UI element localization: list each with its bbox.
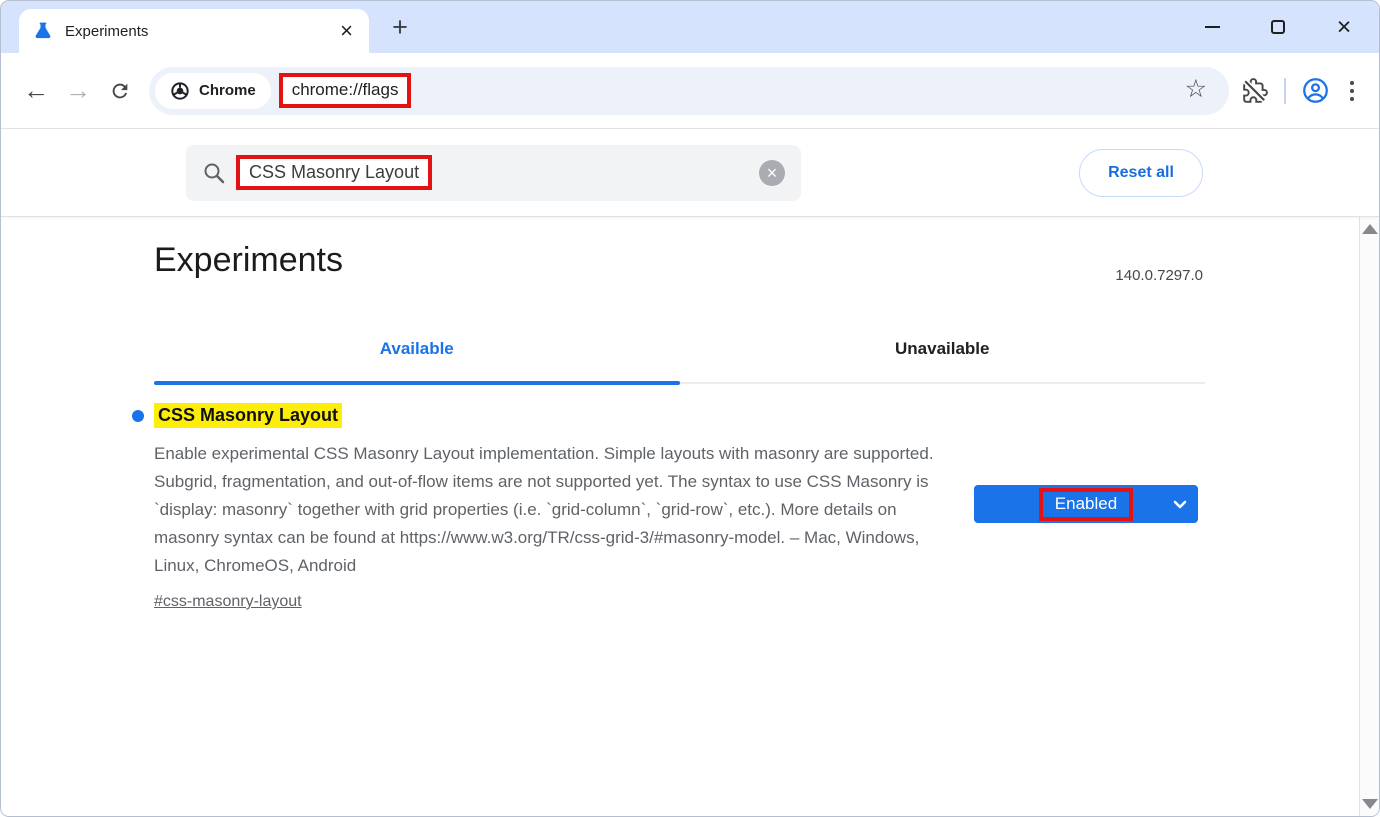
site-chip-label: Chrome	[199, 82, 256, 99]
experiment-select[interactable]: Enabled	[974, 485, 1198, 523]
menu-button[interactable]	[1335, 81, 1369, 101]
reset-all-button[interactable]: Reset all	[1079, 149, 1203, 197]
page-title: Experiments	[154, 241, 343, 280]
forward-button[interactable]: →	[57, 70, 99, 112]
extensions-disabled-button[interactable]	[1235, 71, 1275, 111]
tabs-track	[154, 381, 1205, 385]
version-number: 140.0.7297.0	[1115, 267, 1203, 284]
search-icon	[202, 161, 226, 185]
extensions-off-icon	[1242, 78, 1268, 104]
reload-button[interactable]	[99, 70, 141, 112]
scroll-down-arrow-icon[interactable]	[1362, 799, 1378, 809]
minimize-icon	[1205, 26, 1220, 28]
tabs-active-indicator	[154, 381, 680, 385]
tab-available[interactable]: Available	[154, 329, 680, 381]
experiment-select-value: Enabled	[1055, 494, 1117, 513]
experiment-permalink[interactable]: #css-masonry-layout	[154, 593, 302, 611]
flags-beaker-icon	[33, 21, 53, 41]
profile-button[interactable]	[1295, 71, 1335, 111]
experiment-row: CSS Masonry Layout Enable experimental C…	[132, 403, 1205, 611]
minimize-button[interactable]	[1179, 1, 1245, 53]
toolbar-divider	[1284, 78, 1286, 104]
tab-title: Experiments	[65, 23, 334, 40]
flags-search-input[interactable]: CSS Masonry Layout	[249, 162, 419, 182]
tab-unavailable[interactable]: Unavailable	[680, 329, 1206, 381]
profile-icon	[1302, 77, 1329, 104]
maximize-icon	[1271, 20, 1285, 34]
close-window-button[interactable]: ×	[1311, 1, 1377, 53]
site-chip[interactable]: Chrome	[155, 73, 271, 109]
reload-icon	[109, 80, 131, 102]
experiment-description: Enable experimental CSS Masonry Layout i…	[154, 440, 949, 580]
scrollbar[interactable]	[1359, 217, 1379, 816]
flags-search-box[interactable]: CSS Masonry Layout ×	[186, 145, 801, 201]
flags-tabs: Available Unavailable	[154, 329, 1205, 385]
clear-search-button[interactable]: ×	[759, 160, 785, 186]
browser-window: Experiments × + × ← → Chrome chrome	[0, 0, 1380, 817]
scroll-up-arrow-icon[interactable]	[1362, 224, 1378, 234]
experiment-name: CSS Masonry Layout	[154, 403, 342, 428]
maximize-button[interactable]	[1245, 1, 1311, 53]
browser-tab-experiments[interactable]: Experiments ×	[19, 9, 369, 53]
url-annotation-box: chrome://flags	[279, 73, 412, 108]
new-tab-button[interactable]: +	[385, 13, 415, 43]
experiment-bullet-dot	[132, 410, 144, 422]
titlebar: Experiments × + ×	[1, 1, 1379, 53]
back-button[interactable]: ←	[15, 70, 57, 112]
tab-close-icon[interactable]: ×	[334, 18, 359, 44]
enabled-annotation-box: Enabled	[1039, 488, 1133, 521]
bookmark-star-icon[interactable]: ☆	[1185, 77, 1219, 104]
flags-search-header: CSS Masonry Layout × Reset all	[1, 129, 1379, 217]
url-text[interactable]: chrome://flags	[292, 80, 399, 99]
chrome-logo-icon	[170, 81, 190, 101]
address-bar[interactable]: Chrome chrome://flags ☆	[149, 67, 1229, 115]
search-annotation-box: CSS Masonry Layout	[236, 155, 432, 190]
kebab-icon	[1350, 81, 1354, 85]
flags-page-content: Experiments 140.0.7297.0 Available Unava…	[1, 217, 1379, 816]
browser-toolbar: ← → Chrome chrome://flags ☆	[1, 53, 1379, 129]
window-controls: ×	[1179, 1, 1377, 53]
chevron-down-icon	[1173, 500, 1187, 510]
